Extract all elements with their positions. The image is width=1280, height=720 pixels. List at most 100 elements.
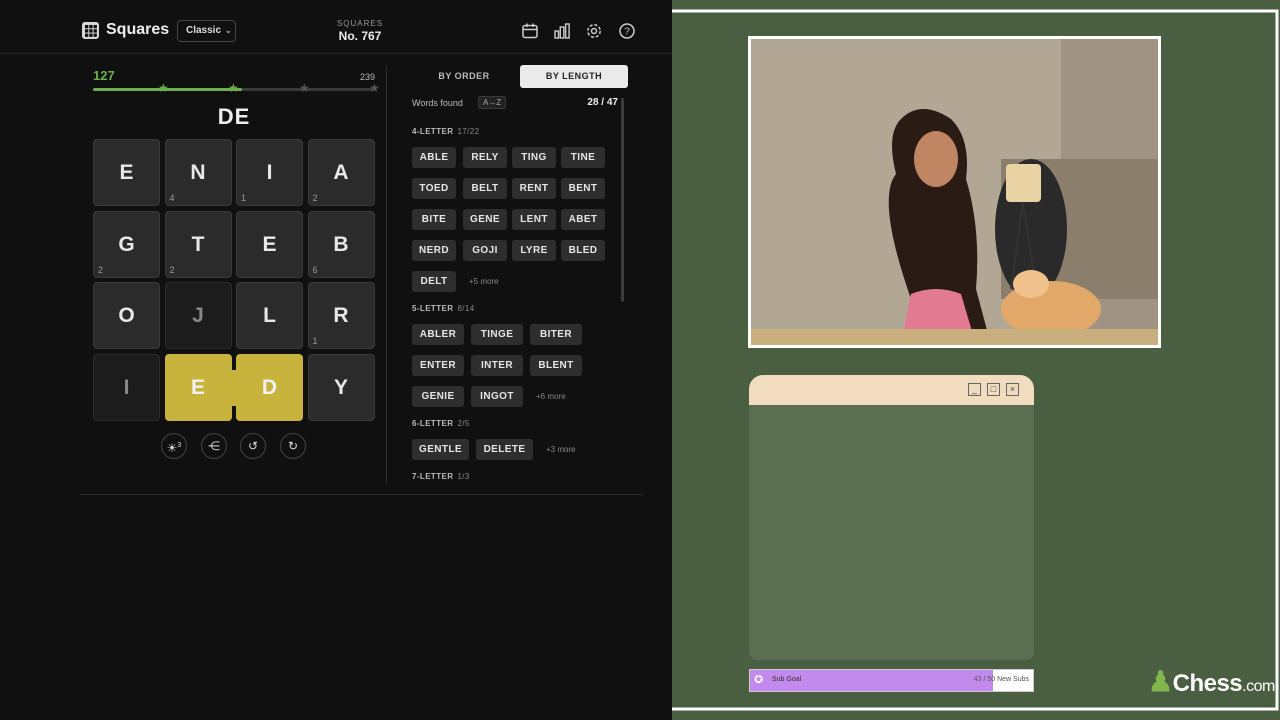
letter-tile[interactable]: A2 [307,139,375,206]
letter-tile[interactable]: I1 [236,139,303,206]
found-word-chip[interactable]: BELT [463,178,507,199]
puzzle-label: SQUARES [336,19,384,28]
svg-text:?: ? [624,27,630,38]
hint-count: 3 [177,442,182,449]
found-word-chip[interactable]: BITER [530,324,582,345]
tile-count: 2 [98,264,104,275]
more-words-link[interactable]: +3 more [546,445,576,454]
found-word-chip[interactable]: TINGE [471,324,523,345]
tile-letter: A [333,161,349,184]
found-word-chip[interactable]: TINE [561,147,605,168]
found-word-chip[interactable]: TING [512,147,556,168]
stats-icon[interactable] [553,22,571,40]
brand-name: Chess [1172,670,1243,697]
sub-goal-value: 43 / 50 New Subs [973,676,1029,683]
found-word-chip[interactable]: GENIE [412,386,464,407]
redo-button[interactable]: ↻ [280,433,306,459]
gear-icon[interactable] [585,22,603,40]
letter-tile[interactable]: Y [307,353,375,421]
mode-select[interactable]: Classic ⌄ [177,20,236,42]
tile-letter: N [190,161,206,184]
section-title: 4-LETTER [412,127,454,136]
found-word-chip[interactable]: ABLER [412,324,464,345]
sort-alpha-button[interactable]: A→Z [478,96,507,109]
calendar-icon[interactable] [521,22,539,40]
letter-grid: EN4I1A2G2T2EB6OJLR1IEDY [93,139,376,422]
letter-tile[interactable]: E [164,353,232,421]
found-word-chip[interactable]: LENT [512,209,556,230]
found-word-chip[interactable]: RELY [463,147,507,168]
tile-letter: B [333,232,349,256]
letter-tile[interactable]: E [93,139,160,206]
found-word-chip[interactable]: GOJI [463,240,507,261]
letter-tile[interactable]: R1 [307,282,375,349]
found-word-chip[interactable]: BITE [412,209,456,230]
undo-button[interactable]: ↺ [240,433,266,459]
found-word-chip[interactable]: GENTLE [412,439,469,460]
section-header: 5-LETTER 8/14 [412,304,475,313]
section-title: 6-LETTER [412,419,454,428]
share-button[interactable]: ⋲ [201,433,227,459]
minimize-icon[interactable]: _ [968,383,981,396]
puzzle-number: No. 767 [338,29,382,43]
found-word-chip[interactable]: ENTER [412,355,464,376]
tile-letter: L [263,304,276,327]
letter-tile[interactable]: J [164,282,232,349]
panel-divider [386,66,387,484]
word-list-scrollbar[interactable] [621,98,624,302]
found-word-chip[interactable]: LYRE [512,240,556,261]
maximize-icon[interactable]: □ [987,383,1000,396]
milestone-star-icon: ★ [158,81,169,95]
tab-by-order[interactable]: BY ORDER [412,65,516,88]
tile-letter: G [118,232,135,256]
found-word-chip[interactable]: BENT [561,178,605,199]
tile-letter: E [119,161,134,184]
section-progress: 8/14 [457,304,475,313]
letter-tile[interactable]: B6 [307,210,375,278]
found-word-chip[interactable]: NERD [412,240,456,261]
tile-letter: Y [333,375,348,399]
squares-logo-icon [82,22,99,39]
found-word-chip[interactable]: DELT [412,271,456,292]
tile-letter: R [333,304,349,327]
lightbulb-icon: ☀ [166,441,178,455]
found-word-chip[interactable]: RENT [512,178,556,199]
found-word-chip[interactable]: INTER [471,355,523,376]
current-word: DE [217,104,251,129]
found-word-chip[interactable]: ABLE [412,147,456,168]
letter-tile[interactable]: I [93,353,160,421]
letter-tile[interactable]: E [236,210,303,278]
letter-tile[interactable]: N4 [164,139,232,206]
hint-button[interactable]: ☀3 [161,433,187,459]
found-word-chip[interactable]: INGOT [471,386,523,407]
found-word-chip[interactable]: GENE [463,209,507,230]
section-progress: 2/5 [457,419,470,428]
tile-letter: J [192,304,204,327]
letter-tile[interactable]: D [236,353,303,421]
help-icon[interactable]: ? [618,22,636,40]
letter-tile[interactable]: L [236,282,303,349]
footer-divider [80,494,643,495]
webcam-feed [748,36,1161,348]
section-header: 7-LETTER 1/3 [412,472,470,481]
found-word-chip[interactable]: DELETE [476,439,533,460]
more-words-link[interactable]: +6 more [536,392,566,401]
letter-tile[interactable]: G2 [93,210,160,278]
found-word-chip[interactable]: BLENT [530,355,582,376]
close-icon[interactable]: × [1006,383,1019,396]
letter-tile[interactable]: T2 [164,210,232,278]
tile-count: 4 [169,193,175,203]
found-word-chip[interactable]: TOED [412,178,456,199]
more-words-link[interactable]: +5 more [469,277,499,286]
chevron-down-icon: ⌄ [225,26,232,35]
current-score: 127 [93,68,115,83]
found-word-chip[interactable]: ABET [561,209,605,230]
tab-by-length[interactable]: BY LENGTH [520,65,628,88]
tile-count: 1 [312,336,318,346]
found-word-chip[interactable]: BLED [561,240,605,261]
chess-com-logo: ♟Chess.com [1148,665,1275,698]
redo-icon: ↻ [287,439,299,453]
letter-tile[interactable]: O [93,282,160,349]
milestone-star-icon: ★ [228,81,239,95]
star-icon: ✪ [754,674,764,686]
